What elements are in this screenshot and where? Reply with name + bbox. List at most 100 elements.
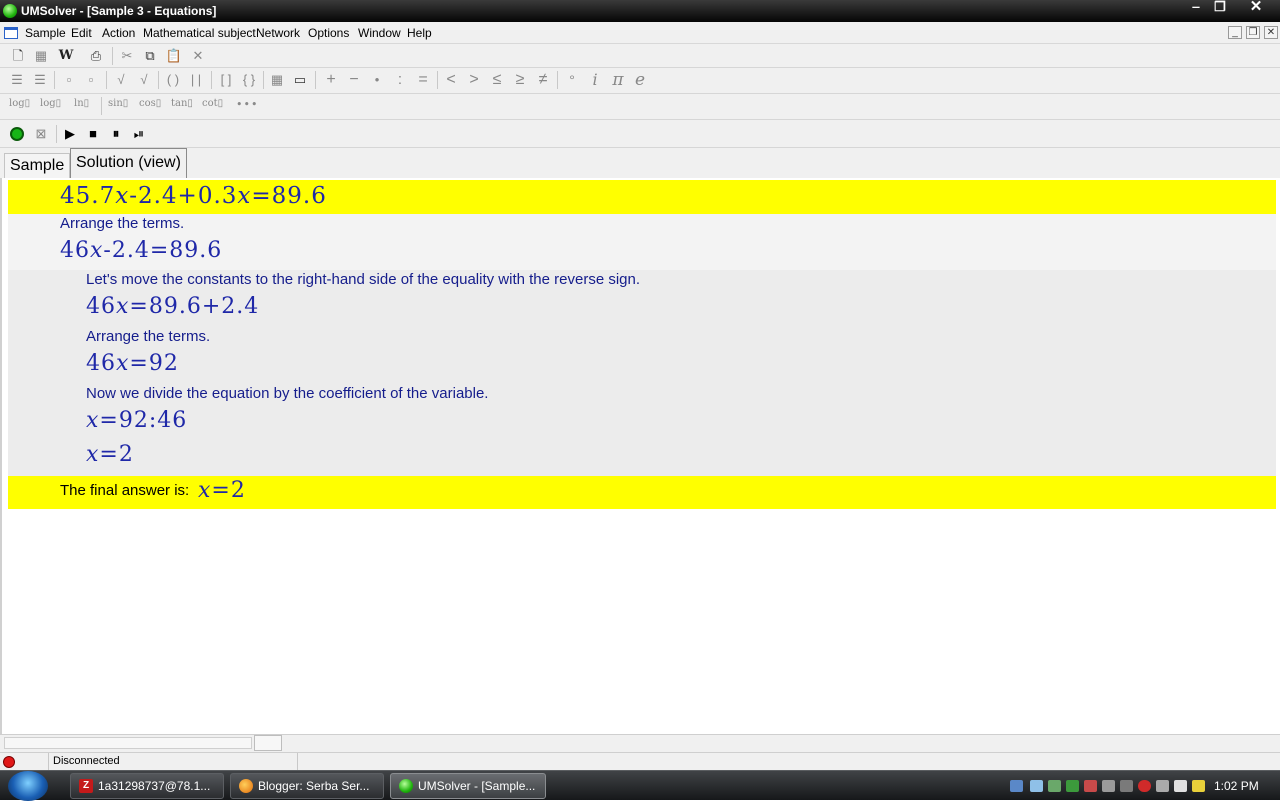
step-4-equation: x=92:46 bbox=[86, 408, 187, 433]
braces-icon[interactable]: { } bbox=[239, 71, 259, 89]
nth-root-icon[interactable]: √ bbox=[134, 71, 154, 89]
disconnect-icon[interactable]: ⊠ bbox=[31, 125, 51, 143]
multiply-dot-icon[interactable]: • bbox=[367, 71, 387, 89]
fraction-box-icon[interactable]: ▭ bbox=[290, 71, 310, 89]
mdi-minimize-button[interactable]: _ bbox=[1228, 26, 1242, 39]
display-tray-icon[interactable] bbox=[1156, 780, 1169, 792]
tab-solution-view[interactable]: Solution (view) bbox=[70, 148, 187, 178]
brackets-icon[interactable]: [ ] bbox=[216, 71, 236, 89]
shield-tray-icon[interactable] bbox=[1138, 780, 1151, 792]
eq-variable: x bbox=[90, 238, 104, 263]
toolbar-separator bbox=[437, 71, 438, 89]
equals-icon[interactable]: = bbox=[413, 71, 433, 89]
plus-icon[interactable]: + bbox=[321, 71, 341, 89]
play-icon[interactable]: ▶ bbox=[60, 125, 80, 143]
abs-icon[interactable]: | | bbox=[186, 71, 206, 89]
print-preview-icon[interactable]: ⎙ bbox=[86, 47, 106, 65]
taskbar-item-blogger[interactable]: Blogger: Serba Ser... bbox=[230, 773, 384, 799]
mdi-close-button[interactable]: ✕ bbox=[1264, 26, 1278, 39]
new-file-icon[interactable]: 🗋 bbox=[8, 47, 28, 65]
taskbar-clock[interactable]: 1:02 PM bbox=[1214, 779, 1259, 793]
paste-icon[interactable]: 📋 bbox=[164, 47, 184, 65]
security-tray-icon[interactable] bbox=[1066, 780, 1079, 792]
tan-button[interactable]: tan▯ bbox=[171, 98, 193, 109]
imaginary-unit-icon[interactable]: i bbox=[585, 71, 605, 89]
menu-options[interactable]: Options bbox=[308, 26, 349, 40]
step-3-equation: 46x=92 bbox=[86, 351, 179, 376]
tab-sample[interactable]: Sample bbox=[4, 153, 71, 180]
menu-window[interactable]: Window bbox=[358, 26, 401, 40]
grid-icon[interactable]: ▦ bbox=[31, 47, 51, 65]
tab-strip: Sample Solution (view) bbox=[0, 148, 1280, 180]
menu-mathematical-subject[interactable]: Mathematical subject bbox=[143, 26, 256, 40]
close-button[interactable]: ✕ bbox=[1242, 0, 1270, 16]
horizontal-scrollbar[interactable] bbox=[0, 734, 1280, 752]
device-tray-icon[interactable] bbox=[1120, 780, 1133, 792]
superscript-icon[interactable]: ▫ bbox=[59, 71, 79, 89]
taskbar-item-ftp[interactable]: Z 1a31298737@78.1... bbox=[70, 773, 224, 799]
delete-icon[interactable]: ✕ bbox=[188, 47, 208, 65]
standard-toolbar: 🗋 ▦ W ⎙ ✂ ⧉ 📋 ✕ bbox=[0, 44, 1280, 68]
matrix-icon[interactable]: ▦ bbox=[267, 71, 287, 89]
step-forward-icon[interactable]: ⏯ bbox=[129, 125, 149, 143]
document-icon[interactable] bbox=[4, 27, 18, 39]
menu-network[interactable]: Network bbox=[256, 26, 300, 40]
pause-icon[interactable]: ⏸ bbox=[106, 125, 126, 143]
ln-button[interactable]: ln▯ bbox=[74, 98, 89, 109]
connection-status: Disconnected bbox=[48, 753, 298, 770]
connect-icon[interactable] bbox=[10, 127, 24, 141]
mdi-restore-button[interactable]: ❐ bbox=[1246, 26, 1260, 39]
subscript-icon[interactable]: ▫ bbox=[81, 71, 101, 89]
minus-icon[interactable]: − bbox=[344, 71, 364, 89]
toolbar-separator bbox=[158, 71, 159, 89]
network-tray-icon[interactable] bbox=[1010, 780, 1023, 792]
insert-row-below-icon[interactable]: ☰ bbox=[30, 71, 50, 89]
stop-icon[interactable]: ■ bbox=[83, 125, 103, 143]
less-equal-icon[interactable]: ≤ bbox=[487, 71, 507, 89]
more-functions-button[interactable]: ••• bbox=[236, 98, 258, 111]
start-button[interactable] bbox=[8, 771, 48, 801]
menu-sample[interactable]: Sample bbox=[25, 26, 66, 40]
log-button[interactable]: log▯ bbox=[40, 98, 61, 109]
volume-tray-icon[interactable] bbox=[1102, 780, 1115, 792]
pi-icon[interactable]: π bbox=[608, 71, 628, 89]
divide-colon-icon[interactable]: : bbox=[390, 71, 410, 89]
sis-tray-icon[interactable] bbox=[1174, 780, 1187, 792]
less-than-icon[interactable]: < bbox=[441, 71, 461, 89]
filezilla-icon: Z bbox=[79, 779, 93, 793]
eq-part: 46 bbox=[86, 294, 116, 319]
messenger-tray-icon[interactable] bbox=[1192, 780, 1205, 792]
cot-button[interactable]: cot▯ bbox=[202, 98, 223, 109]
scrollbar-track[interactable] bbox=[4, 737, 252, 749]
insert-row-above-icon[interactable]: ☰ bbox=[7, 71, 27, 89]
taskbar-item-umsolver[interactable]: UMSolver - [Sample... bbox=[390, 773, 546, 799]
menu-action[interactable]: Action bbox=[102, 26, 135, 40]
menu-help[interactable]: Help bbox=[407, 26, 432, 40]
scrollbar-thumb[interactable] bbox=[254, 735, 282, 751]
greater-equal-icon[interactable]: ≥ bbox=[510, 71, 530, 89]
antivirus-tray-icon[interactable] bbox=[1084, 780, 1097, 792]
sqrt-icon[interactable]: √ bbox=[111, 71, 131, 89]
cos-button[interactable]: cos▯ bbox=[139, 98, 161, 109]
maximize-button[interactable]: ❐ bbox=[1207, 0, 1233, 16]
euler-e-icon[interactable]: e bbox=[630, 71, 650, 89]
word-export-icon[interactable]: W bbox=[56, 47, 76, 65]
copy-icon[interactable]: ⧉ bbox=[140, 47, 160, 65]
step-3-text: Arrange the terms. bbox=[86, 328, 211, 345]
cut-icon[interactable]: ✂ bbox=[117, 47, 137, 65]
functions-toolbar: log▯ log▯ ln▯ sin▯ cos▯ tan▯ cot▯ ••• bbox=[0, 94, 1280, 120]
sync-tray-icon[interactable] bbox=[1048, 780, 1061, 792]
degree-icon[interactable]: ° bbox=[562, 71, 582, 89]
minimize-button[interactable]: ‒ bbox=[1183, 0, 1209, 16]
parentheses-icon[interactable]: ( ) bbox=[163, 71, 183, 89]
sin-button[interactable]: sin▯ bbox=[108, 98, 128, 109]
greater-than-icon[interactable]: > bbox=[464, 71, 484, 89]
function-label: cos bbox=[139, 98, 156, 109]
menu-bar: Sample Edit Action Mathematical subject … bbox=[0, 22, 1280, 44]
firefox-icon bbox=[239, 779, 253, 793]
menu-edit[interactable]: Edit bbox=[71, 26, 92, 40]
signal-tray-icon[interactable] bbox=[1030, 780, 1043, 792]
eq-part: -2.4=89.6 bbox=[103, 238, 223, 263]
not-equal-icon[interactable]: ≠ bbox=[533, 71, 553, 89]
log-base-button[interactable]: log▯ bbox=[9, 98, 30, 109]
